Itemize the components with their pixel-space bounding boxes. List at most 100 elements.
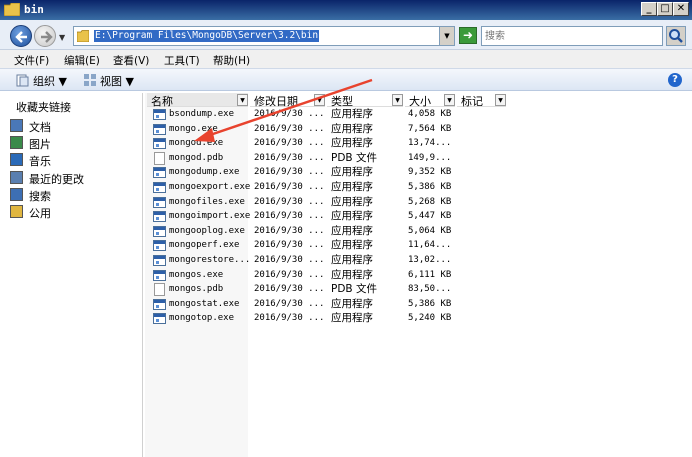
file-row[interactable]: mongoimport.exe 2016/9/30 ... 应用程序 5,447 KB: [145, 209, 692, 224]
help-icon[interactable]: ?: [668, 73, 682, 87]
file-type: 应用程序: [331, 122, 373, 135]
go-button[interactable]: ➜: [459, 27, 477, 44]
recent-changes-icon: [10, 170, 23, 184]
documents-icon: [10, 119, 23, 132]
file-name[interactable]: mongotop.exe: [169, 311, 234, 325]
search-input[interactable]: [485, 28, 655, 44]
file-date: 2016/9/30 ...: [254, 109, 325, 119]
column-header-name[interactable]: 名称 ▼: [147, 93, 248, 108]
application-file-icon: [153, 182, 166, 193]
menu-help[interactable]: 帮助(H): [213, 53, 250, 68]
file-date: 2016/9/30 ...: [254, 225, 325, 236]
file-size: 5,240 KB: [408, 313, 452, 324]
file-type: 应用程序: [331, 166, 373, 179]
file-type: 应用程序: [331, 297, 373, 310]
file-row[interactable]: mongod.pdb 2016/9/30 ... PDB 文件 149,9...: [145, 151, 692, 166]
organize-button[interactable]: 组织 ▼: [33, 73, 67, 89]
file-row[interactable]: mongoperf.exe 2016/9/30 ... 应用程序 11,64...: [145, 238, 692, 253]
file-row[interactable]: mongotop.exe 2016/9/30 ... 应用程序 5,240 KB: [145, 311, 692, 326]
application-file-icon: [153, 298, 166, 310]
file-name[interactable]: mongos.pdb: [169, 282, 223, 296]
magnifier-icon: [669, 29, 683, 43]
minimize-button[interactable]: _: [641, 2, 657, 16]
go-arrow-icon: ➜: [462, 28, 474, 42]
address-input[interactable]: E:\Program Files\MongoDB\Server\3.2\bin: [73, 26, 455, 46]
file-row[interactable]: mongo.exe 2016/9/30 ... 应用程序 7,564 KB: [145, 122, 692, 137]
file-row[interactable]: mongofiles.exe 2016/9/30 ... 应用程序 5,268 KB: [145, 195, 692, 210]
column-filter-dropdown-icon[interactable]: ▼: [444, 94, 455, 106]
column-filter-dropdown-icon[interactable]: ▼: [495, 94, 506, 106]
column-filter-dropdown-icon[interactable]: ▼: [237, 94, 248, 106]
file-date: 2016/9/30 ...: [254, 284, 325, 295]
application-file-icon: [153, 123, 166, 135]
file-name[interactable]: mongoexport.exe: [169, 180, 250, 194]
file-row[interactable]: mongooplog.exe 2016/9/30 ... 应用程序 5,064 KB: [145, 224, 692, 239]
file-date: 2016/9/30 ...: [254, 123, 325, 134]
column-header-size[interactable]: 大小 ▼: [405, 93, 455, 108]
file-row[interactable]: mongos.exe 2016/9/30 ... 应用程序 6,111 KB: [145, 268, 692, 283]
column-header-tags[interactable]: 标记 ▼: [457, 93, 506, 108]
file-name[interactable]: mongooplog.exe: [169, 224, 245, 238]
forward-button[interactable]: [34, 25, 56, 47]
close-button[interactable]: ✕: [673, 2, 689, 16]
search-button[interactable]: [666, 26, 686, 46]
file-row[interactable]: mongodump.exe 2016/9/30 ... 应用程序 9,352 KB: [145, 165, 692, 180]
file-name[interactable]: mongos.exe: [169, 268, 223, 282]
history-dropdown-icon[interactable]: ▼: [59, 33, 65, 42]
views-icon: [84, 74, 96, 86]
column-header-type[interactable]: 类型 ▼: [327, 93, 403, 108]
file-type: 应用程序: [331, 254, 373, 266]
column-filter-dropdown-icon[interactable]: ▼: [392, 94, 403, 106]
views-button[interactable]: 视图 ▼: [100, 73, 134, 89]
file-size: 5,447 KB: [408, 211, 452, 222]
file-name[interactable]: mongorestore...: [169, 253, 250, 267]
file-row[interactable]: mongoexport.exe 2016/9/30 ... 应用程序 5,386 KB: [145, 180, 692, 195]
back-button[interactable]: [10, 25, 32, 47]
file-name[interactable]: mongod.exe: [169, 136, 223, 150]
file-row[interactable]: bsondump.exe 2016/9/30 ... 应用程序 4,058 KB: [145, 107, 692, 122]
menu-view[interactable]: 查看(V): [113, 53, 149, 68]
arrow-left-icon: [15, 31, 27, 43]
nav-link-label: 图片: [29, 138, 51, 152]
file-date: 2016/9/30 ...: [254, 298, 325, 309]
file-size: 11,64...: [408, 240, 452, 251]
file-row[interactable]: mongod.exe 2016/9/30 ... 应用程序 13,74...: [145, 136, 692, 151]
menu-edit[interactable]: 编辑(E): [64, 53, 100, 68]
file-name[interactable]: mongofiles.exe: [169, 195, 245, 209]
organize-icon: [16, 74, 29, 87]
file-type: PDB 文件: [331, 283, 377, 296]
column-filter-dropdown-icon[interactable]: ▼: [314, 94, 325, 106]
column-header-date[interactable]: 修改日期 ▼: [250, 93, 325, 108]
file-row[interactable]: mongos.pdb 2016/9/30 ... PDB 文件 83,50...: [145, 282, 692, 297]
file-row[interactable]: mongostat.exe 2016/9/30 ... 应用程序 5,386 KB: [145, 297, 692, 312]
file-size: 149,9...: [408, 152, 452, 163]
menu-tools[interactable]: 工具(T): [164, 53, 200, 68]
application-file-icon: [153, 225, 166, 237]
file-name[interactable]: mongoperf.exe: [169, 238, 239, 252]
application-file-icon: [153, 196, 166, 208]
file-name[interactable]: bsondump.exe: [169, 107, 234, 121]
menu-file[interactable]: 文件(F): [14, 53, 49, 68]
file-size: 4,058 KB: [408, 109, 452, 119]
address-path[interactable]: E:\Program Files\MongoDB\Server\3.2\bin: [94, 30, 320, 42]
file-date: 2016/9/30 ...: [254, 196, 325, 207]
application-file-icon: [153, 240, 166, 252]
file-type: 应用程序: [331, 224, 373, 237]
address-dropdown-button[interactable]: ▼: [439, 27, 454, 45]
nav-link-label: 文档: [29, 121, 51, 134]
file-name[interactable]: mongo.exe: [169, 122, 218, 136]
file-size: 9,352 KB: [408, 167, 452, 178]
file-name[interactable]: mongodump.exe: [169, 165, 239, 179]
file-row[interactable]: mongorestore... 2016/9/30 ... 应用程序 13,02...: [145, 253, 692, 268]
search-box[interactable]: [481, 26, 663, 46]
file-name[interactable]: mongostat.exe: [169, 297, 239, 311]
file-type: 应用程序: [331, 239, 373, 252]
pdb-file-icon: [154, 283, 165, 297]
file-name[interactable]: mongoimport.exe: [169, 209, 250, 223]
nav-link-label: 搜索: [29, 189, 51, 203]
maximize-button[interactable]: □: [657, 2, 673, 16]
file-name[interactable]: mongod.pdb: [169, 151, 223, 165]
search-icon: [10, 187, 23, 201]
file-size: 5,386 KB: [408, 298, 452, 309]
file-type: 应用程序: [331, 181, 373, 193]
